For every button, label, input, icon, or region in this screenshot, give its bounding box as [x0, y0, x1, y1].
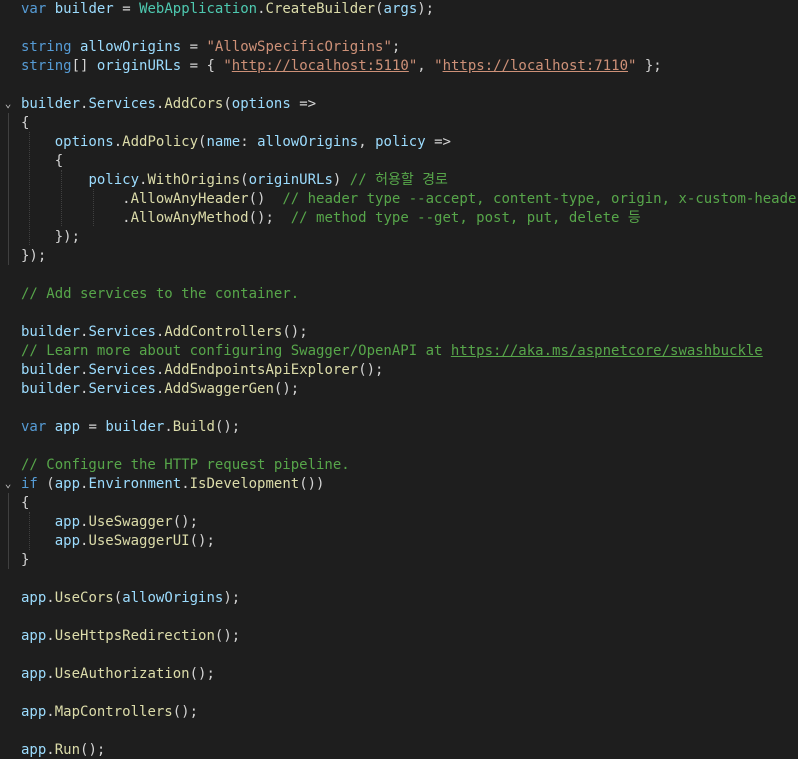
indent-guide [8, 113, 9, 265]
code-line-19[interactable]: // Learn more about configuring Swagger/… [21, 342, 763, 361]
code-line-21[interactable]: builder.Services.AddSwaggerGen(); [21, 380, 299, 399]
code-line-6[interactable]: builder.Services.AddCors(options => [21, 95, 316, 114]
code-line-29[interactable]: app.UseSwaggerUI(); [21, 532, 215, 551]
code-line-9[interactable]: { [21, 152, 63, 171]
code-line-30[interactable]: } [21, 551, 29, 570]
string-literal: "AllowSpecificOrigins" [206, 39, 392, 55]
code-line-25[interactable]: // Configure the HTTP request pipeline. [21, 456, 350, 475]
code-line-11[interactable]: .AllowAnyHeader() // header type --accep… [21, 190, 798, 209]
method-name: CreateBuilder [265, 1, 376, 17]
code-line-36[interactable]: app.UseAuthorization(); [21, 665, 215, 684]
fold-toggle-if[interactable]: ⌄ [2, 474, 14, 493]
code-line-26[interactable]: if (app.Environment.IsDevelopment()) [21, 475, 325, 494]
url-link[interactable]: http://localhost:5110 [232, 58, 409, 74]
code-line-12[interactable]: .AllowAnyMethod(); // method type --get,… [21, 209, 641, 228]
identifier: builder [54, 1, 114, 17]
code-line-10[interactable]: policy.WithOrigins(originURLs) // 허용할 경로 [21, 171, 448, 190]
code-line-3[interactable]: string allowOrigins = "AllowSpecificOrig… [21, 38, 400, 57]
code-comment: // Configure the HTTP request pipeline. [21, 457, 350, 473]
code-line-27[interactable]: { [21, 494, 29, 513]
code-line-16[interactable]: // Add services to the container. [21, 285, 299, 304]
code-line-20[interactable]: builder.Services.AddEndpointsApiExplorer… [21, 361, 384, 380]
code-line-7[interactable]: { [21, 114, 29, 133]
code-comment: // method type --get, post, put, delete … [290, 210, 641, 226]
keyword: var [21, 1, 47, 17]
code-line-38[interactable]: app.MapControllers(); [21, 703, 198, 722]
code-line-8[interactable]: options.AddPolicy(name: allowOrigins, po… [21, 133, 451, 152]
code-comment: // 허용할 경로 [349, 172, 448, 188]
indent-guide [8, 493, 9, 569]
code-line-1[interactable]: var builder = WebApplication.CreateBuild… [21, 0, 434, 19]
code-line-14[interactable]: }); [21, 247, 46, 266]
method-name: AddCors [164, 96, 224, 112]
keyword: string [21, 58, 72, 74]
code-line-23[interactable]: var app = builder.Build(); [21, 418, 240, 437]
code-line-34[interactable]: app.UseHttpsRedirection(); [21, 627, 240, 646]
url-link[interactable]: https://aka.ms/aspnetcore/swashbuckle [451, 343, 763, 359]
code-comment: // Learn more about configuring Swagger/… [21, 343, 451, 359]
code-line-40[interactable]: app.Run(); [21, 741, 105, 759]
code-line-32[interactable]: app.UseCors(allowOrigins); [21, 589, 240, 608]
code-line-4[interactable]: string[] originURLs = { "http://localhos… [21, 57, 662, 76]
keyword: string [21, 39, 72, 55]
code-line-13[interactable]: }); [21, 228, 80, 247]
code-editor[interactable]: ⌄ ⌄ var builder = WebApplication.CreateB… [0, 0, 798, 759]
url-link[interactable]: https://localhost:7110 [443, 58, 628, 74]
type-name: WebApplication [139, 1, 258, 17]
code-comment: // Add services to the container. [21, 286, 300, 302]
code-line-18[interactable]: builder.Services.AddControllers(); [21, 323, 308, 342]
fold-toggle-addcors[interactable]: ⌄ [2, 94, 14, 113]
code-line-28[interactable]: app.UseSwagger(); [21, 513, 198, 532]
code-comment: // header type --accept, content-type, o… [282, 191, 798, 207]
